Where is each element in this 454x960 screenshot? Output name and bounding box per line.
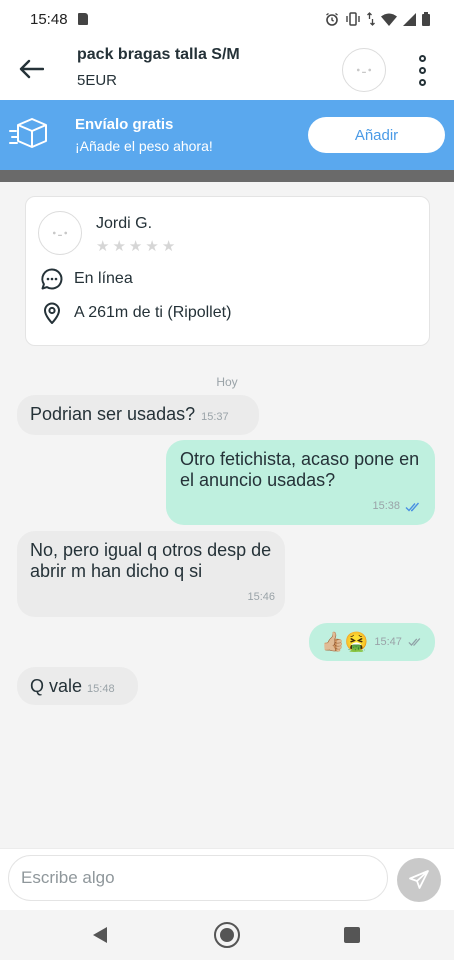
message-outgoing[interactable]: Otro fetichista, acaso pone en el anunci… bbox=[166, 440, 435, 525]
vibrate-icon bbox=[346, 12, 360, 26]
battery-icon bbox=[422, 12, 430, 26]
message-text: No, pero igual q otros desp de abrir m h… bbox=[30, 540, 272, 581]
item-title[interactable]: pack bragas talla S/M bbox=[77, 46, 240, 64]
user-card[interactable]: Jordi G. ★ ★ ★ ★ ★ En línea A 261m de ti… bbox=[25, 196, 430, 346]
message-incoming[interactable]: Podrian ser usadas? 15:37 bbox=[17, 395, 259, 435]
back-arrow-icon bbox=[19, 59, 44, 79]
more-options-icon[interactable] bbox=[408, 50, 436, 90]
free-shipping-banner: Envíalo gratis ¡Añade el peso ahora! Aña… bbox=[0, 100, 454, 170]
star-icon: ★ bbox=[112, 238, 126, 255]
user-location-row: A 261m de ti (Ripollet) bbox=[40, 301, 231, 325]
status-time: 15:48 bbox=[30, 10, 68, 28]
back-button[interactable] bbox=[14, 52, 48, 86]
user-location: A 261m de ti (Ripollet) bbox=[74, 304, 232, 321]
user-name[interactable]: Jordi G. bbox=[96, 215, 152, 233]
double-check-icon bbox=[408, 638, 421, 646]
star-icon: ★ bbox=[128, 238, 143, 255]
message-time: 15:47 bbox=[374, 635, 402, 648]
item-price: 5EUR bbox=[77, 72, 118, 89]
user-avatar[interactable] bbox=[38, 211, 82, 255]
data-arrows-icon bbox=[367, 12, 375, 26]
message-time: 15:37 bbox=[201, 411, 229, 423]
double-check-icon bbox=[405, 502, 420, 512]
banner-title: Envíalo gratis bbox=[75, 116, 174, 133]
day-separator: Hoy bbox=[216, 375, 238, 389]
system-nav-bar bbox=[0, 910, 454, 960]
message-input[interactable] bbox=[8, 855, 388, 901]
star-icon: ★ bbox=[161, 238, 176, 255]
message-text: Q vale bbox=[30, 676, 83, 696]
wifi-icon bbox=[381, 13, 397, 26]
status-bar: 15:48 bbox=[0, 0, 454, 38]
sd-card-icon bbox=[77, 13, 88, 25]
message-text: 👍🏼🤮 bbox=[321, 631, 369, 653]
status-icons bbox=[325, 12, 430, 26]
location-pin-icon bbox=[44, 302, 60, 324]
message-text: Otro fetichista, acaso pone en el anunci… bbox=[180, 449, 420, 490]
signal-icon bbox=[403, 12, 416, 26]
divider bbox=[0, 170, 454, 182]
user-rating: ★ ★ ★ ★ ★ bbox=[96, 239, 175, 254]
message-time: 15:38 bbox=[372, 500, 400, 512]
box-icon bbox=[9, 118, 47, 148]
banner-subtitle: ¡Añade el peso ahora! bbox=[75, 138, 213, 154]
add-weight-button[interactable]: Añadir bbox=[308, 117, 445, 153]
user-status: En línea bbox=[74, 270, 133, 287]
nav-back-icon[interactable] bbox=[92, 926, 108, 944]
message-time: 15:48 bbox=[87, 683, 115, 695]
avatar[interactable] bbox=[342, 48, 386, 92]
user-status-row: En línea bbox=[40, 267, 133, 291]
message-outgoing[interactable]: 👍🏼🤮 15:47 bbox=[309, 623, 435, 661]
send-button[interactable] bbox=[397, 858, 441, 902]
chat-header: pack bragas talla S/M 5EUR bbox=[0, 38, 454, 100]
alarm-icon bbox=[326, 12, 338, 26]
composer bbox=[0, 848, 454, 910]
star-icon: ★ bbox=[145, 238, 159, 255]
message-text: Podrian ser usadas? bbox=[30, 404, 196, 424]
message-time: 15:46 bbox=[247, 591, 275, 603]
nav-home-icon[interactable] bbox=[214, 922, 240, 948]
chat-bubble-icon bbox=[41, 268, 63, 290]
nav-recents-icon[interactable] bbox=[344, 927, 360, 943]
star-icon: ★ bbox=[96, 238, 110, 255]
message-incoming[interactable]: Q vale 15:48 bbox=[17, 667, 138, 705]
send-icon bbox=[409, 870, 429, 889]
message-incoming[interactable]: No, pero igual q otros desp de abrir m h… bbox=[17, 531, 285, 617]
